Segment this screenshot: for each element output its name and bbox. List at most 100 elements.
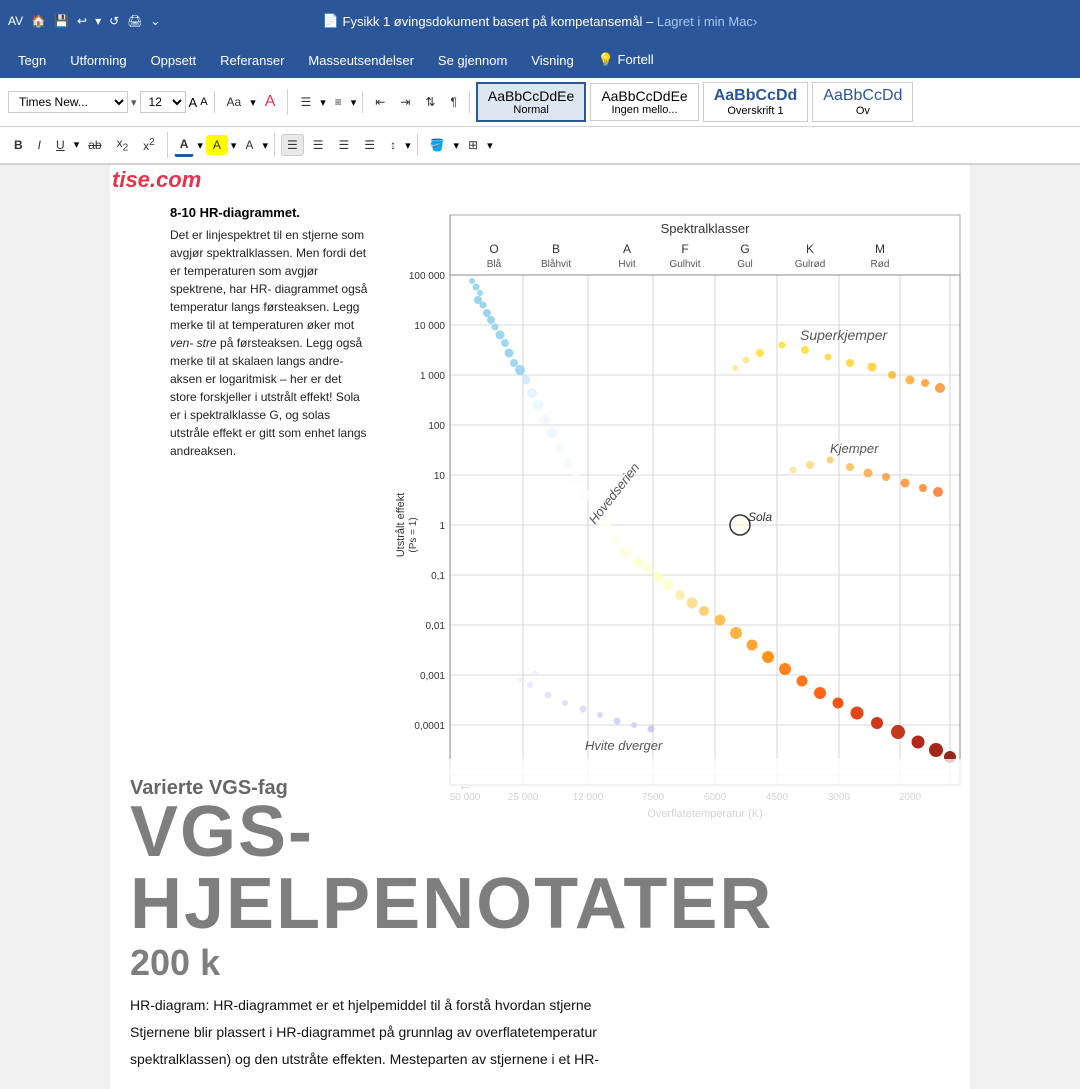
align-left-btn[interactable]: ☰: [281, 134, 304, 156]
strikethrough-btn[interactable]: ab: [82, 134, 107, 156]
align-justify-btn[interactable]: ☰: [358, 134, 381, 156]
menu-tegn[interactable]: Tegn: [8, 49, 56, 72]
font-color-dropdown[interactable]: ▾: [197, 139, 203, 152]
numbered-dropdown[interactable]: ▾: [351, 96, 357, 109]
menu-masseutsendelser[interactable]: Masseutsendelser: [298, 49, 424, 72]
color-F: Gulhvit: [669, 259, 700, 270]
decrease-indent-btn[interactable]: ⇤: [369, 91, 391, 113]
y-axis-label: Utstrålt effekt: [395, 493, 407, 558]
section-heading: 8-10 HR-diagrammet.: [170, 205, 370, 220]
font-size-down[interactable]: A: [200, 96, 207, 108]
style-overskrift1-label: Overskrift 1: [714, 105, 798, 117]
title-bar-saved-status[interactable]: Lagret i min Mac: [657, 14, 753, 29]
bold-btn[interactable]: B: [8, 134, 29, 156]
fill-color-dropdown[interactable]: ▾: [454, 139, 460, 152]
home-icon[interactable]: 🏠: [31, 14, 46, 28]
bullet-dropdown[interactable]: ▾: [320, 96, 326, 109]
style-overskrift1-sample: AaBbCcDd: [714, 87, 798, 105]
numbered-list-btn[interactable]: ≡: [329, 91, 348, 113]
pilcrow-btn[interactable]: ¶: [444, 91, 462, 113]
body-text-1: HR-diagram: HR-diagrammet er et hjelpemi…: [130, 994, 950, 1017]
font-format-dropdown[interactable]: ▾: [250, 96, 256, 109]
y-100: 100: [428, 421, 445, 432]
menu-referanser[interactable]: Referanser: [210, 49, 294, 72]
hvite-dverger-label: Hvite dverger: [585, 738, 663, 753]
tise-logo-main: tise: [112, 167, 150, 192]
color-A: Hvit: [618, 259, 635, 270]
vgs-title: VGS-HJELPENOTATER: [130, 796, 950, 940]
style-ingen[interactable]: AaBbCcDdEe Ingen mello...: [590, 83, 698, 121]
menu-visning[interactable]: Visning: [521, 49, 583, 72]
font-format-btn[interactable]: Aa: [221, 91, 248, 113]
font-family-selector[interactable]: Times New...: [8, 91, 128, 113]
style-normal[interactable]: AaBbCcDdEe Normal: [476, 82, 586, 122]
menu-utforming[interactable]: Utforming: [60, 49, 136, 72]
title-bar-left-icons: AV 🏠 💾 ↩ ▾ ↺ 🖨 ⌄: [8, 14, 160, 28]
line-spacing-btn[interactable]: ↕: [384, 134, 402, 156]
vgs-text-block: Varierte VGS-fag VGS-HJELPENOTATER 200 k: [110, 759, 970, 984]
print-icon[interactable]: 🖨: [127, 14, 142, 28]
spectral-B: B: [552, 242, 560, 256]
font-color-btn[interactable]: A: [259, 89, 282, 115]
borders-btn[interactable]: ⊞: [462, 134, 484, 156]
y-1: 1: [439, 521, 445, 532]
body-text-2: Stjernene blir plassert i HR-diagrammet …: [130, 1021, 950, 1044]
style-overskrift1[interactable]: AaBbCcDd Overskrift 1: [703, 82, 809, 122]
save-icon[interactable]: 💾: [54, 14, 69, 28]
highlight-btn[interactable]: A: [206, 135, 228, 155]
menu-se-gjennom[interactable]: Se gjennom: [428, 49, 517, 72]
menu-fortell[interactable]: 💡 Fortell: [588, 48, 664, 72]
superkjemper-label: Superkjemper: [800, 327, 888, 343]
body-text-3: spektralklassen) og den utstråte effekte…: [130, 1048, 950, 1071]
undo-icon[interactable]: ↩: [77, 14, 87, 28]
color-fill-section: 🪣 ▾ ⊞ ▾: [424, 134, 499, 156]
redo-icon[interactable]: ↺: [109, 14, 119, 28]
style-overskrift2-label: Ov: [823, 105, 902, 117]
line-spacing-dropdown[interactable]: ▾: [405, 139, 411, 152]
text-effect-dropdown[interactable]: ▾: [262, 139, 268, 152]
y-0.001: 0,001: [420, 671, 445, 682]
highlight-dropdown[interactable]: ▾: [231, 139, 237, 152]
tise-logo-domain: .com: [150, 167, 201, 192]
subscript-btn[interactable]: x2: [111, 132, 135, 157]
toolbar-row1: Times New... ▾ 12 A A Aa ▾ A ☰ ▾ ≡ ▾ ⇤ ⇥…: [0, 78, 1080, 127]
doc-text-bottom: HR-diagram: HR-diagrammet er et hjelpemi…: [110, 984, 970, 1085]
style-normal-sample: AaBbCcDdEe: [488, 88, 574, 104]
tise-logo-text: tise.com: [112, 167, 201, 192]
style-normal-label: Normal: [488, 104, 574, 116]
list-section: ☰ ▾ ≡ ▾: [294, 91, 363, 113]
fill-color-btn[interactable]: 🪣: [424, 134, 451, 156]
align-center-btn[interactable]: ☰: [307, 134, 330, 156]
align-right-btn[interactable]: ☰: [333, 134, 356, 156]
spectral-K: K: [806, 242, 814, 256]
diagram-title: Spektralklasser: [661, 221, 751, 236]
italic-btn[interactable]: I: [32, 134, 47, 156]
bullet-list-btn[interactable]: ☰: [294, 91, 317, 113]
superscript-btn[interactable]: x2: [137, 133, 161, 157]
content-row: 8-10 HR-diagrammet. Det er linjespektret…: [170, 205, 910, 830]
undo-dropdown[interactable]: ▾: [95, 14, 101, 28]
style-overskrift2[interactable]: AaBbCcDd Ov: [812, 82, 913, 122]
underline-btn[interactable]: U: [50, 134, 71, 156]
font-section: Times New... ▾ 12 A A: [8, 91, 215, 113]
sort-btn[interactable]: ⇅: [419, 91, 441, 113]
indent-section: ⇤ ⇥ ⇅ ¶: [369, 91, 470, 113]
increase-indent-btn[interactable]: ⇥: [394, 91, 416, 113]
title-bar-doc-name: Fysikk 1 øvingsdokument basert på kompet…: [343, 14, 643, 29]
underline-dropdown[interactable]: ▾: [74, 138, 80, 151]
title-bar-dropdown-arrow[interactable]: ›: [753, 14, 757, 29]
menu-oppsett[interactable]: Oppsett: [141, 49, 207, 72]
section-body: Det er linjespektret til en stjerne som …: [170, 226, 370, 460]
y-10000: 10 000: [414, 321, 445, 332]
font-size-dropdown[interactable]: ▾: [131, 96, 137, 109]
font-size-up[interactable]: A: [189, 95, 198, 110]
more-icon[interactable]: ⌄: [150, 14, 160, 28]
style-ingen-sample: AaBbCcDdEe: [601, 88, 687, 104]
font-color-picker-btn[interactable]: A: [174, 133, 195, 157]
font-size-selector[interactable]: 12: [140, 91, 186, 113]
borders-dropdown[interactable]: ▾: [487, 139, 493, 152]
spectral-O: O: [489, 242, 498, 256]
document-area: tise.com 8-10 HR-diagrammet. Det er linj…: [0, 165, 1080, 1089]
style-overskrift2-sample: AaBbCcDd: [823, 87, 902, 105]
text-effect-btn[interactable]: A: [239, 134, 259, 156]
